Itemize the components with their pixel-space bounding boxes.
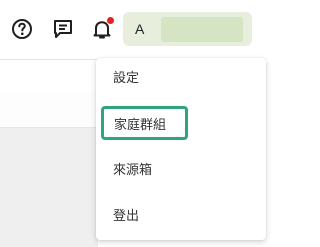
header-divider xyxy=(0,59,98,60)
help-button[interactable] xyxy=(9,16,35,42)
content-area xyxy=(0,92,98,128)
menu-item-settings[interactable]: 設定 xyxy=(96,61,266,91)
menu-item-label: 設定 xyxy=(113,70,140,86)
notification-dot xyxy=(106,16,115,25)
menu-item-label: 來源箱 xyxy=(113,162,153,178)
menu-item-logout[interactable]: 登出 xyxy=(96,199,266,229)
menu-item-family-group[interactable]: 家庭群組 xyxy=(101,106,188,140)
account-button[interactable]: A xyxy=(123,12,252,46)
menu-item-inbox[interactable]: 來源箱 xyxy=(96,153,266,183)
account-menu: 設定 家庭群組 來源箱 登出 xyxy=(96,58,266,240)
account-initial: A xyxy=(135,21,145,37)
notifications-button[interactable] xyxy=(89,16,115,42)
account-name-redacted xyxy=(161,16,243,42)
menu-item-label: 家庭群組 xyxy=(114,117,167,133)
content-gray-area xyxy=(0,128,98,247)
menu-item-label: 登出 xyxy=(113,208,140,224)
feedback-button[interactable] xyxy=(50,16,76,42)
feedback-message-icon xyxy=(54,20,72,38)
help-circle-icon xyxy=(12,19,32,39)
